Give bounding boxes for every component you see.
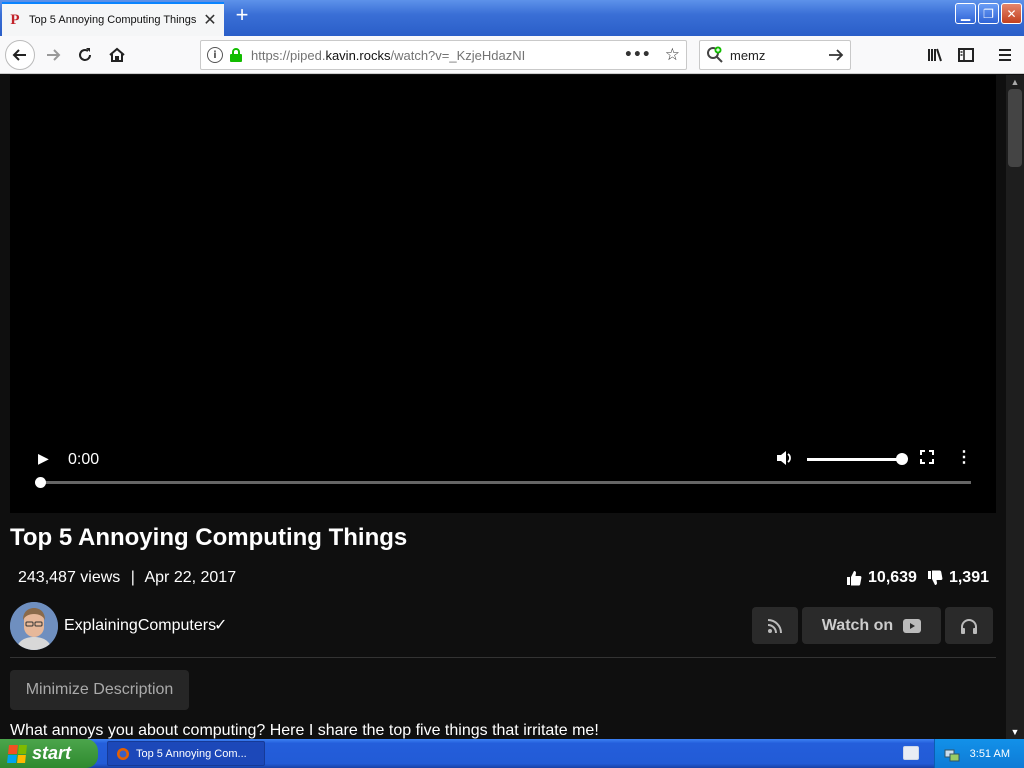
back-arrow-icon (12, 49, 26, 61)
window-titlebar: P Top 5 Annoying Computing Things ✕ + ▁ … (0, 0, 1024, 36)
likes-bar: 10,639 1,391 (846, 569, 989, 587)
address-bar[interactable]: i https://piped. kavin.rocks/watch?v=_Kzj… (200, 40, 687, 70)
menu-button[interactable] (990, 40, 1020, 70)
library-button[interactable] (920, 40, 950, 70)
play-icon[interactable]: ▶ (38, 450, 49, 467)
current-time: 0:00 (68, 451, 100, 468)
volume-knob[interactable] (896, 453, 908, 465)
windows-logo-icon (7, 744, 27, 763)
page-actions-icon[interactable]: ••• (624, 47, 651, 63)
browser-tab[interactable]: P Top 5 Annoying Computing Things ✕ (2, 2, 224, 36)
upload-date: Apr 22, 2017 (144, 569, 237, 586)
page-content: ▶ 0:00 ⋮ Top 5 Annoying Computing Things… (0, 75, 1006, 739)
close-window-button[interactable]: ✕ (1001, 3, 1022, 24)
home-button[interactable] (102, 40, 132, 70)
search-go-arrow-icon[interactable] (828, 48, 844, 62)
channel-name[interactable]: ExplainingComputers (64, 617, 216, 635)
window-controls: ▁ ❐ ✕ (955, 3, 1022, 24)
video-description: What annoys you about computing? Here I … (10, 722, 599, 739)
url-host: kavin.rocks (325, 47, 391, 63)
start-button[interactable]: start (0, 739, 98, 768)
search-bar[interactable] (699, 40, 851, 70)
clock[interactable]: 3:51 AM (970, 748, 1010, 760)
rss-button[interactable] (752, 607, 798, 644)
scroll-up-arrow-icon[interactable]: ▲ (1006, 75, 1024, 89)
seek-knob[interactable] (35, 477, 46, 488)
lock-icon (230, 48, 242, 62)
sidebar-button[interactable] (951, 40, 981, 70)
taskbar-firefox-window[interactable]: Top 5 Annoying Com... (107, 741, 265, 766)
youtube-icon (903, 618, 922, 633)
volume-icon[interactable] (776, 450, 794, 471)
verified-check-icon: ✓ (214, 617, 228, 634)
content-divider (10, 657, 996, 658)
more-options-icon[interactable]: ⋮ (956, 447, 972, 467)
start-label: start (32, 743, 72, 763)
sidebar-icon (958, 48, 974, 62)
hamburger-menu-icon (999, 49, 1011, 61)
back-button[interactable] (5, 40, 35, 70)
minimize-description-button[interactable]: Minimize Description (10, 670, 189, 710)
search-input[interactable] (730, 47, 820, 63)
thumbs-up-icon (847, 571, 862, 586)
search-engine-icon (707, 46, 723, 63)
video-stats: 243,487 views | Apr 22, 2017 (18, 569, 236, 587)
channel-avatar[interactable] (10, 602, 58, 650)
keyboard-icon[interactable] (903, 746, 919, 760)
reload-icon (79, 48, 91, 61)
view-count: 243,487 views (18, 569, 121, 586)
firefox-icon (117, 747, 129, 760)
stats-separator: | (130, 569, 135, 586)
url-path: /watch?v=_KzjeHdazNI (390, 47, 526, 63)
home-icon (109, 47, 125, 62)
scroll-thumb[interactable] (1008, 89, 1022, 167)
forward-button[interactable] (38, 40, 68, 70)
network-icon[interactable] (944, 746, 960, 762)
new-tab-button[interactable]: + (230, 4, 254, 28)
taskbar: start Top 5 Annoying Com... 3:51 AM (0, 739, 1024, 768)
info-icon[interactable]: i (207, 47, 223, 63)
watch-on-label: Watch on (821, 616, 894, 634)
tab-title: Top 5 Annoying Computing Things (29, 14, 197, 26)
headphones-icon (961, 618, 977, 634)
like-count: 10,639 (868, 569, 917, 586)
listen-audio-button[interactable] (945, 607, 993, 644)
video-player[interactable]: ▶ 0:00 ⋮ (10, 75, 996, 513)
url-prefix: https://piped. (251, 47, 326, 63)
taskbar-window-title: Top 5 Annoying Com... (136, 747, 247, 760)
page-scrollbar[interactable]: ▲ ▼ (1006, 75, 1024, 739)
seek-bar[interactable] (40, 481, 971, 484)
scroll-down-arrow-icon[interactable]: ▼ (1006, 725, 1024, 739)
bookmark-star-icon[interactable]: ☆ (665, 45, 680, 65)
watch-on-youtube-button[interactable]: Watch on (802, 607, 941, 644)
dislike-count: 1,391 (948, 569, 989, 586)
tab-close-icon[interactable]: ✕ (202, 10, 218, 30)
fullscreen-icon[interactable] (920, 450, 934, 468)
volume-slider[interactable] (807, 458, 902, 461)
avatar-portrait-icon (10, 602, 58, 650)
piped-favicon-icon: P (10, 11, 20, 28)
library-icon (928, 48, 942, 62)
restore-button[interactable]: ❐ (978, 3, 999, 24)
fullscreen-glyph-icon (920, 450, 934, 464)
reload-button[interactable] (70, 40, 100, 70)
forward-arrow-icon (47, 49, 61, 61)
video-title: Top 5 Annoying Computing Things (10, 524, 408, 551)
thumbs-down-icon (927, 570, 943, 585)
rss-icon (767, 618, 782, 633)
system-tray: 3:51 AM (934, 739, 1024, 768)
speaker-icon (777, 451, 791, 465)
minimize-button[interactable]: ▁ (955, 3, 976, 24)
navigation-toolbar: i https://piped. kavin.rocks/watch?v=_Kzj… (0, 36, 1024, 74)
